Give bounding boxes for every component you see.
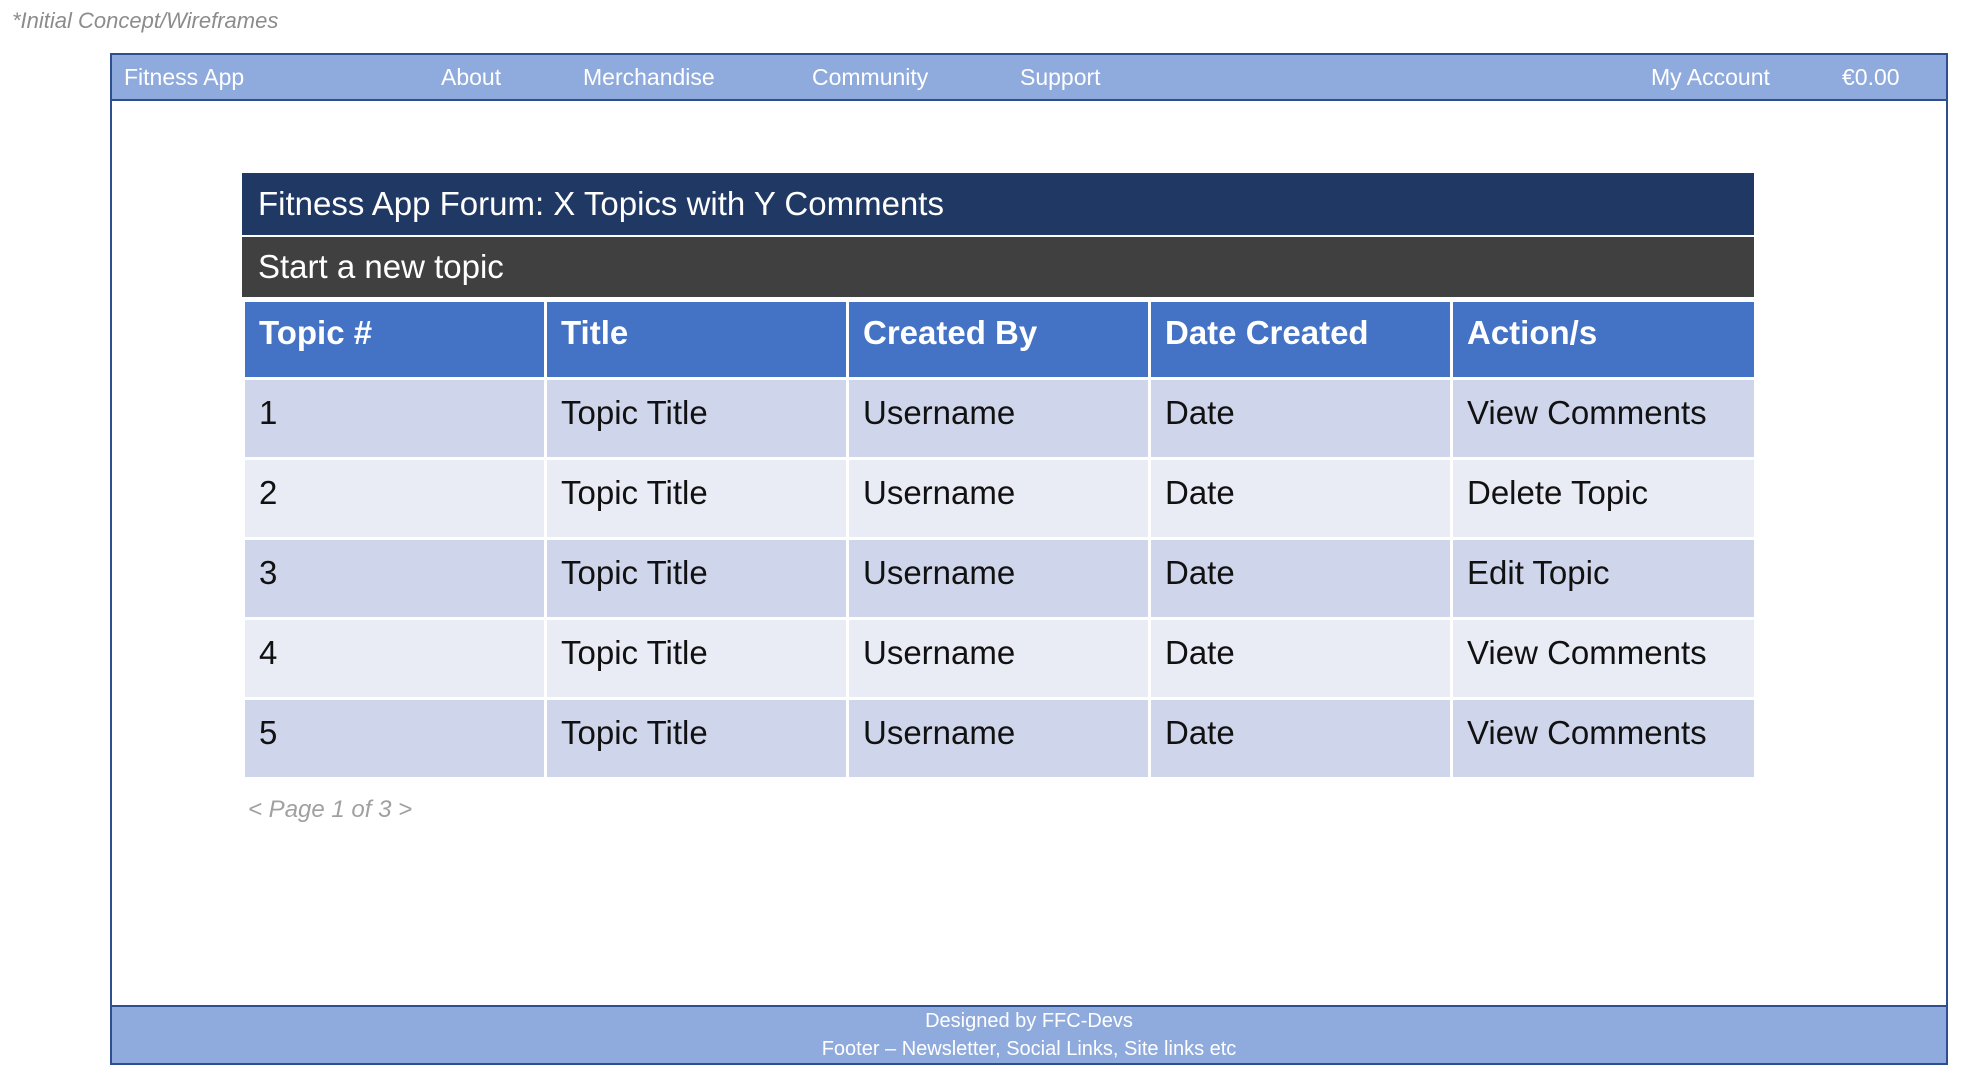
edit-topic-action[interactable]: Edit Topic: [1450, 537, 1757, 620]
topic-date: Date: [1148, 617, 1453, 700]
topic-number: 1: [242, 377, 547, 460]
page: *Initial Concept/Wireframes Fitness App …: [0, 0, 1973, 1085]
table-header-row: Topic # Title Created By Date Created Ac…: [242, 299, 1757, 380]
table-row: 1 Topic Title Username Date View Comment…: [242, 377, 1757, 460]
footer: Designed by FFC-Devs Footer – Newsletter…: [112, 1005, 1946, 1063]
view-comments-action[interactable]: View Comments: [1450, 377, 1757, 460]
topic-author: Username: [846, 457, 1151, 540]
topic-author: Username: [846, 377, 1151, 460]
topic-title[interactable]: Topic Title: [544, 617, 849, 700]
nav-support[interactable]: Support: [1020, 64, 1101, 91]
forum-panel: Fitness App Forum: X Topics with Y Comme…: [242, 173, 1757, 824]
start-new-topic-button[interactable]: Start a new topic: [242, 237, 1754, 297]
topic-number: 2: [242, 457, 547, 540]
wireframe-note: *Initial Concept/Wireframes: [12, 8, 279, 33]
footer-links-note: Footer – Newsletter, Social Links, Site …: [821, 1038, 1237, 1060]
topic-date: Date: [1148, 377, 1453, 460]
topics-table: Topic # Title Created By Date Created Ac…: [242, 299, 1757, 780]
nav-my-account[interactable]: My Account: [1651, 64, 1770, 91]
topic-title[interactable]: Topic Title: [544, 537, 849, 620]
delete-topic-action[interactable]: Delete Topic: [1450, 457, 1757, 540]
column-header-created-by: Created By: [846, 299, 1151, 380]
topic-author: Username: [846, 697, 1151, 780]
column-header-title: Title: [544, 299, 849, 380]
topic-number: 4: [242, 617, 547, 700]
nav-brand[interactable]: Fitness App: [124, 64, 244, 91]
topic-number: 5: [242, 697, 547, 780]
navbar: Fitness App About Merchandise Community …: [112, 55, 1946, 101]
view-comments-action[interactable]: View Comments: [1450, 697, 1757, 780]
topic-title[interactable]: Topic Title: [544, 697, 849, 780]
topic-title[interactable]: Topic Title: [544, 457, 849, 540]
view-comments-action[interactable]: View Comments: [1450, 617, 1757, 700]
nav-merchandise[interactable]: Merchandise: [583, 64, 715, 91]
nav-cart-total[interactable]: €0.00: [1842, 64, 1900, 91]
topic-number: 3: [242, 537, 547, 620]
column-header-date-created: Date Created: [1148, 299, 1453, 380]
table-row: 3 Topic Title Username Date Edit Topic: [242, 537, 1757, 620]
table-row: 4 Topic Title Username Date View Comment…: [242, 617, 1757, 700]
topic-author: Username: [846, 537, 1151, 620]
nav-about[interactable]: About: [441, 64, 501, 91]
topic-title[interactable]: Topic Title: [544, 377, 849, 460]
browser-frame: Fitness App About Merchandise Community …: [110, 53, 1948, 1065]
forum-title: Fitness App Forum: X Topics with Y Comme…: [242, 173, 1754, 235]
topic-date: Date: [1148, 537, 1453, 620]
table-row: 5 Topic Title Username Date View Comment…: [242, 697, 1757, 780]
topic-date: Date: [1148, 697, 1453, 780]
footer-credit: Designed by FFC-Devs: [925, 1010, 1133, 1032]
pagination[interactable]: < Page 1 of 3 >: [242, 796, 412, 824]
topic-author: Username: [846, 617, 1151, 700]
nav-community[interactable]: Community: [812, 64, 928, 91]
topic-date: Date: [1148, 457, 1453, 540]
column-header-topic-number: Topic #: [242, 299, 547, 380]
column-header-actions: Action/s: [1450, 299, 1757, 380]
table-row: 2 Topic Title Username Date Delete Topic: [242, 457, 1757, 540]
